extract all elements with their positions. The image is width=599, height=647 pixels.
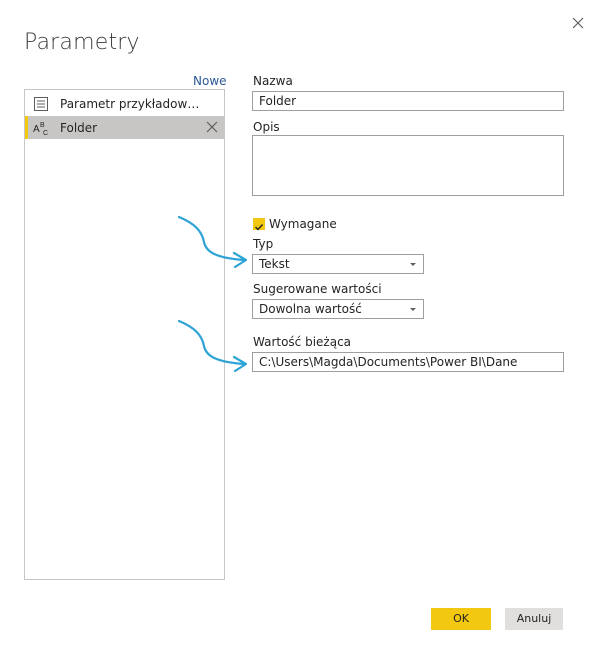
description-label: Opis xyxy=(253,120,280,134)
type-select-value: Tekst xyxy=(259,257,290,271)
current-value-field[interactable]: C:\Users\Magda\Documents\Power BI\Dane xyxy=(252,352,564,372)
description-field[interactable] xyxy=(252,135,564,196)
annotation-arrow-icon xyxy=(177,215,248,269)
dialog-title: Parametry xyxy=(24,30,140,55)
parameter-item-selected[interactable]: A B C Folder xyxy=(25,116,224,139)
type-label: Typ xyxy=(253,237,274,251)
text-type-icon: A B C xyxy=(33,122,48,136)
close-icon[interactable] xyxy=(569,14,587,32)
suggested-values-select[interactable]: Dowolna wartość xyxy=(252,299,424,319)
suggested-values-label: Sugerowane wartości xyxy=(253,282,382,296)
svg-text:C: C xyxy=(43,130,48,136)
suggested-values-value: Dowolna wartość xyxy=(259,302,362,316)
type-select[interactable]: Tekst xyxy=(252,254,424,274)
cancel-button[interactable]: Anuluj xyxy=(505,608,563,630)
ok-button[interactable]: OK xyxy=(431,608,491,630)
name-label: Nazwa xyxy=(253,74,293,88)
svg-text:B: B xyxy=(40,122,45,129)
document-icon xyxy=(34,97,48,111)
required-label: Wymagane xyxy=(269,217,337,231)
required-checkbox[interactable] xyxy=(253,218,265,231)
new-parameter-link[interactable]: Nowe xyxy=(193,74,227,88)
svg-text:A: A xyxy=(33,124,40,135)
annotation-arrow-icon xyxy=(177,319,248,373)
current-value-label: Wartość bieżąca xyxy=(253,335,352,349)
delete-icon[interactable] xyxy=(205,120,219,134)
chevron-down-icon xyxy=(410,263,416,266)
parameter-item-label: Parametr przykładowego... xyxy=(60,97,205,111)
name-field[interactable]: Folder xyxy=(252,91,564,111)
checkmark-icon xyxy=(255,224,264,231)
parameter-item[interactable]: Parametr przykładowego... xyxy=(25,92,224,115)
chevron-down-icon xyxy=(410,308,416,311)
parameter-item-label: Folder xyxy=(60,121,98,135)
